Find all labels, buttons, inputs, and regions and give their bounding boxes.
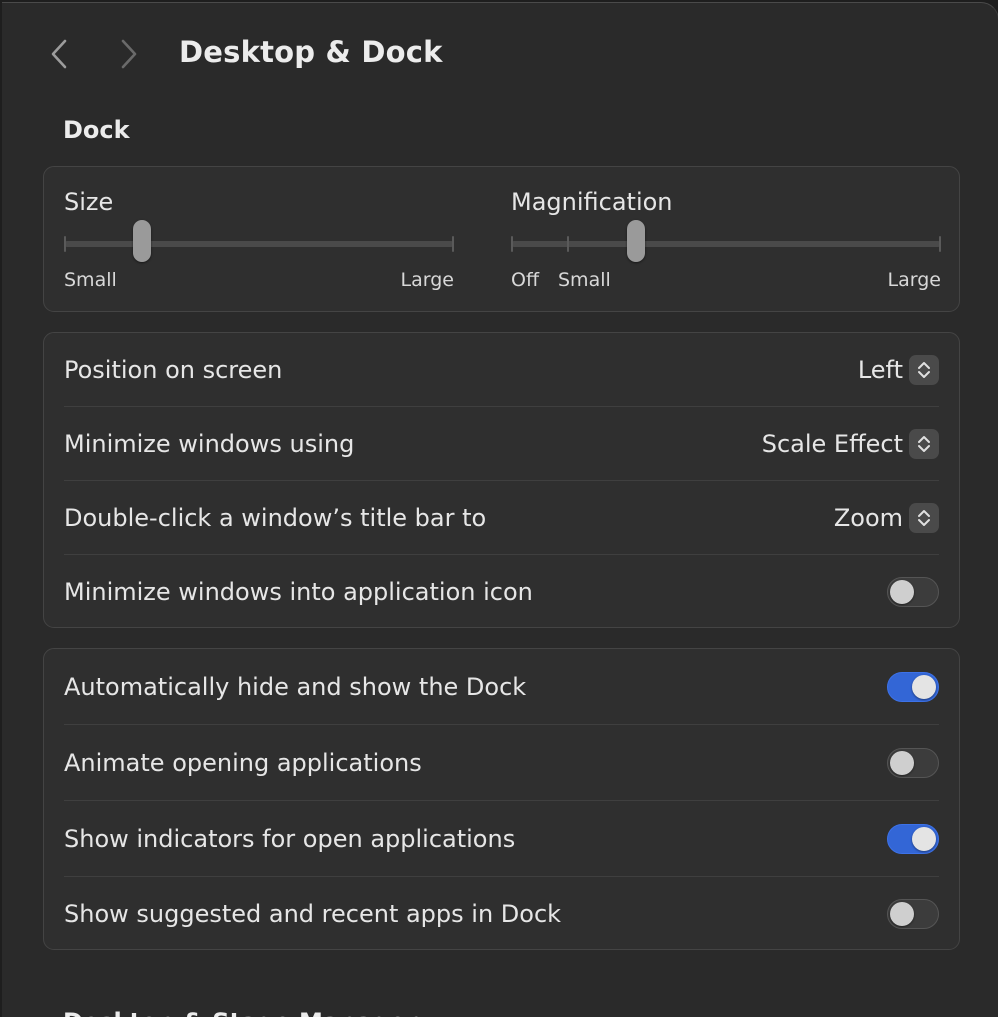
size-slider-thumb[interactable] <box>133 220 151 262</box>
toggle-knob <box>890 580 914 604</box>
minimize-into-icon-label: Minimize windows into application icon <box>64 578 533 606</box>
dock-options-card: Position on screen Left Minimize windows… <box>43 332 960 628</box>
position-on-screen-popup[interactable]: Left <box>857 354 939 385</box>
show-indicators-row: Show indicators for open applications <box>64 801 939 876</box>
animate-opening-row: Animate opening applications <box>64 725 939 800</box>
animate-opening-label: Animate opening applications <box>64 748 422 777</box>
show-suggested-apps-toggle[interactable] <box>887 899 939 929</box>
dock-behavior-card: Automatically hide and show the Dock Ani… <box>43 648 960 950</box>
size-slider[interactable] <box>64 220 454 262</box>
toggle-knob <box>912 826 936 851</box>
dock-size-card: Size Small Large Magnification Off Small… <box>43 166 960 312</box>
magnification-min-label: Small <box>558 269 611 291</box>
auto-hide-dock-toggle[interactable] <box>887 671 939 702</box>
section-title-dock: Dock <box>63 116 130 144</box>
minimize-using-row: Minimize windows using Scale Effect <box>64 407 939 480</box>
auto-hide-dock-label: Automatically hide and show the Dock <box>64 672 527 701</box>
animate-opening-toggle[interactable] <box>887 747 939 778</box>
minimize-using-popup[interactable]: Scale Effect <box>761 428 939 459</box>
auto-hide-dock-row: Automatically hide and show the Dock <box>64 649 939 724</box>
double-click-title-bar-popup[interactable]: Zoom <box>833 502 939 533</box>
position-on-screen-label: Position on screen <box>64 355 283 384</box>
settings-window: Desktop & Dock Dock Size Small Large Mag… <box>2 2 998 1017</box>
slider-tick <box>939 236 941 252</box>
minimize-using-label: Minimize windows using <box>64 429 355 458</box>
slider-tick <box>567 236 569 252</box>
position-on-screen-row: Position on screen Left <box>64 333 939 406</box>
magnification-off-label: Off <box>511 269 540 291</box>
magnification-slider[interactable] <box>511 220 941 262</box>
up-down-chevron-icon <box>909 502 939 533</box>
magnification-slider-label: Magnification <box>511 188 673 216</box>
slider-tick <box>511 236 513 252</box>
minimize-into-icon-toggle[interactable] <box>887 577 939 607</box>
double-click-title-bar-label: Double-click a window’s title bar to <box>64 503 487 532</box>
size-slider-label: Size <box>64 188 114 216</box>
popup-value: Zoom <box>833 503 903 532</box>
popup-value: Left <box>857 355 903 384</box>
show-indicators-label: Show indicators for open applications <box>64 824 516 853</box>
back-button[interactable] <box>44 37 74 71</box>
magnification-slider-thumb[interactable] <box>626 220 645 262</box>
show-suggested-apps-row: Show suggested and recent apps in Dock <box>64 877 939 951</box>
toggle-knob <box>890 902 914 926</box>
toggle-knob <box>890 750 914 775</box>
toolbar: Desktop & Dock <box>2 3 998 103</box>
show-indicators-toggle[interactable] <box>887 823 939 854</box>
slider-tick <box>64 236 66 252</box>
up-down-chevron-icon <box>909 354 939 385</box>
magnification-max-label: Large <box>887 269 941 291</box>
chevron-right-icon <box>120 39 138 69</box>
size-min-label: Small <box>64 269 117 291</box>
toggle-knob <box>912 674 936 699</box>
chevron-left-icon <box>50 39 68 69</box>
page-title: Desktop & Dock <box>179 35 443 69</box>
up-down-chevron-icon <box>909 428 939 459</box>
slider-tick <box>452 236 454 252</box>
forward-button[interactable] <box>114 37 144 71</box>
minimize-into-icon-row: Minimize windows into application icon <box>64 555 939 629</box>
show-suggested-apps-label: Show suggested and recent apps in Dock <box>64 900 562 928</box>
double-click-title-bar-row: Double-click a window’s title bar to Zoo… <box>64 481 939 554</box>
size-max-label: Large <box>400 269 454 291</box>
popup-value: Scale Effect <box>761 429 903 458</box>
